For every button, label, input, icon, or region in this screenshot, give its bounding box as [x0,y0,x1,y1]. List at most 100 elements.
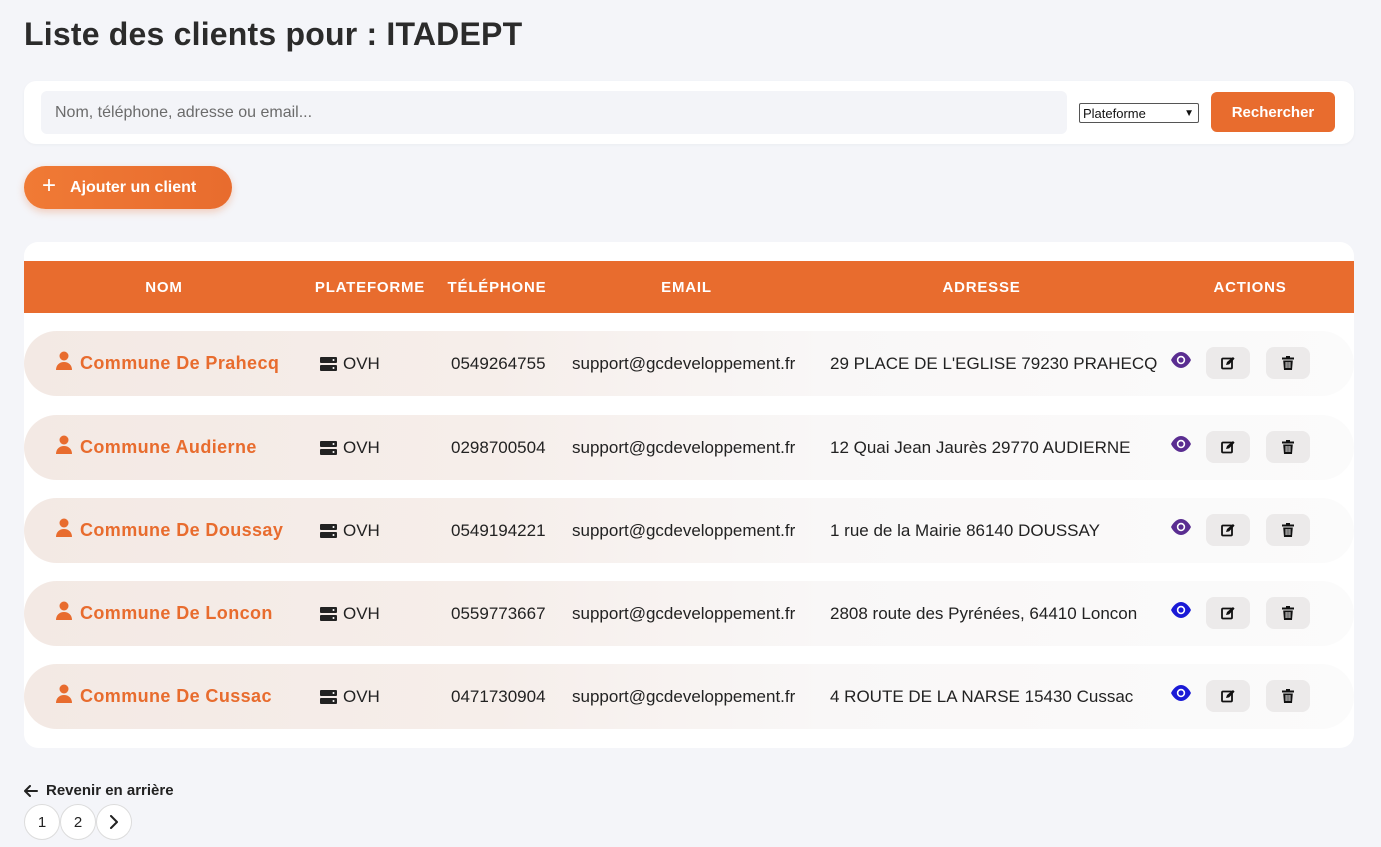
page-button-1[interactable]: 1 [24,804,60,840]
address-value: 1 rue de la Mairie 86140 DOUSSAY [830,520,1100,540]
search-bar: Plateforme ▼ Rechercher [24,81,1354,144]
user-icon [56,518,72,537]
delete-button[interactable] [1266,431,1310,463]
phone-value: 0549264755 [451,353,546,373]
back-link-label: Revenir en arrière [46,782,174,799]
address-value: 29 PLACE DE L'EGLISE 79230 PRAHECQ [830,353,1158,373]
platform-value: OVH [343,686,380,706]
edit-icon [1221,441,1235,454]
platform-cell: OVH [320,498,380,563]
delete-button[interactable] [1266,597,1310,629]
phone-value: 0471730904 [451,686,546,706]
trash-icon [1282,356,1294,370]
client-name-link[interactable]: Commune Audierne [56,415,257,480]
email-value: support@gcdeveloppement.fr [572,353,796,373]
add-client-button[interactable]: + Ajouter un client [24,166,232,209]
user-icon [56,601,72,620]
table-row: Commune De Loncon OVH 0559773667 support… [24,581,1354,646]
platform-select-value: Plateforme [1083,105,1146,121]
server-icon [320,606,337,621]
edit-button[interactable] [1206,347,1250,379]
back-link[interactable]: Revenir en arrière [24,782,174,799]
platform-cell: OVH [320,331,380,396]
user-icon [56,684,72,703]
view-eye-icon[interactable] [1170,518,1192,536]
platform-value: OVH [343,603,380,623]
header-email: EMAIL [661,278,712,296]
trash-icon [1282,689,1294,703]
edit-button[interactable] [1206,431,1250,463]
address-value: 2808 route des Pyrénées, 64410 Loncon [830,603,1138,623]
email-value: support@gcdeveloppement.fr [572,520,796,540]
client-name: Commune De Loncon [80,603,273,623]
trash-icon [1282,606,1294,620]
platform-value: OVH [343,520,380,540]
client-name: Commune De Prahecq [80,353,280,373]
plus-icon: + [42,172,57,199]
client-name-link[interactable]: Commune De Prahecq [56,331,279,396]
edit-icon [1221,690,1235,703]
search-button[interactable]: Rechercher [1211,92,1335,132]
phone-value: 0298700504 [451,437,546,457]
server-icon [320,523,337,538]
delete-button[interactable] [1266,347,1310,379]
table-header: NOM PLATEFORME TÉLÉPHONE EMAIL ADRESSE A… [24,261,1354,313]
header-telephone: TÉLÉPHONE [447,278,547,296]
view-eye-icon[interactable] [1170,351,1192,369]
edit-button[interactable] [1206,514,1250,546]
search-input[interactable] [41,91,1067,134]
header-plateforme: PLATEFORME [314,278,426,296]
client-name-link[interactable]: Commune De Loncon [56,581,273,646]
phone-value: 0549194221 [451,520,546,540]
email-value: support@gcdeveloppement.fr [572,686,796,706]
address-value: 4 ROUTE DE LA NARSE 15430 Cussac [830,686,1134,706]
user-icon [56,435,72,454]
edit-icon [1221,524,1235,537]
email-value: support@gcdeveloppement.fr [572,437,796,457]
table-row: Commune De Prahecq OVH 0549264755 suppor… [24,331,1354,396]
server-icon [320,689,337,704]
edit-button[interactable] [1206,680,1250,712]
view-eye-icon[interactable] [1170,435,1192,453]
edit-icon [1221,607,1235,620]
view-eye-icon[interactable] [1170,684,1192,702]
header-actions: ACTIONS [1213,278,1287,296]
chevron-right-icon [110,815,118,829]
page-button-2[interactable]: 2 [60,804,96,840]
header-nom: NOM [145,278,183,296]
chevron-down-icon: ▼ [1184,107,1194,119]
client-name: Commune De Doussay [80,520,284,540]
phone-value: 0559773667 [451,603,546,623]
client-name: Commune Audierne [80,437,257,457]
next-page-button[interactable] [96,804,132,840]
address-value: 12 Quai Jean Jaurès 29770 AUDIERNE [830,437,1131,457]
client-name: Commune De Cussac [80,686,272,706]
server-icon [320,356,337,371]
user-icon [56,351,72,370]
arrow-left-icon [24,784,38,797]
edit-icon [1221,357,1235,370]
client-name-link[interactable]: Commune De Cussac [56,664,272,729]
table-row: Commune De Doussay OVH 0549194221 suppor… [24,498,1354,563]
clients-table: NOM PLATEFORME TÉLÉPHONE EMAIL ADRESSE A… [24,242,1354,748]
table-row: Commune Audierne OVH 0298700504 support@… [24,415,1354,480]
client-name-link[interactable]: Commune De Doussay [56,498,283,563]
page-title: Liste des clients pour : ITADEPT [24,16,523,52]
delete-button[interactable] [1266,514,1310,546]
platform-value: OVH [343,437,380,457]
platform-cell: OVH [320,664,380,729]
platform-select[interactable]: Plateforme ▼ [1079,103,1199,123]
header-adresse: ADRESSE [942,278,1021,296]
trash-icon [1282,523,1294,537]
view-eye-icon[interactable] [1170,601,1192,619]
platform-value: OVH [343,353,380,373]
server-icon [320,440,337,455]
add-client-label: Ajouter un client [70,178,197,196]
trash-icon [1282,440,1294,454]
table-row: Commune De Cussac OVH 0471730904 support… [24,664,1354,729]
email-value: support@gcdeveloppement.fr [572,603,796,623]
delete-button[interactable] [1266,680,1310,712]
platform-cell: OVH [320,415,380,480]
platform-cell: OVH [320,581,380,646]
edit-button[interactable] [1206,597,1250,629]
